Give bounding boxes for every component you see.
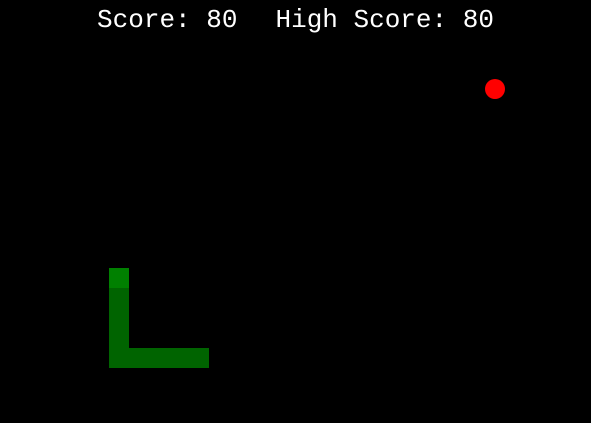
score-value: 80 xyxy=(206,5,238,35)
snake-segment xyxy=(129,348,149,368)
snake-segment xyxy=(189,348,209,368)
snake-segment xyxy=(109,328,129,348)
game-board[interactable]: Score: 80 High Score: 80 xyxy=(0,0,591,423)
snake-segment xyxy=(109,348,129,368)
snake-head xyxy=(109,268,129,288)
high-score-value: 80 xyxy=(462,5,494,35)
food-apple xyxy=(485,79,505,99)
snake-segment xyxy=(149,348,169,368)
snake-segment xyxy=(109,288,129,308)
snake-segment xyxy=(109,308,129,328)
score-label: Score: xyxy=(97,5,191,35)
snake-segment xyxy=(169,348,189,368)
high-score-label: High Score: xyxy=(275,5,448,35)
score-display: Score: 80 High Score: 80 xyxy=(0,4,591,36)
